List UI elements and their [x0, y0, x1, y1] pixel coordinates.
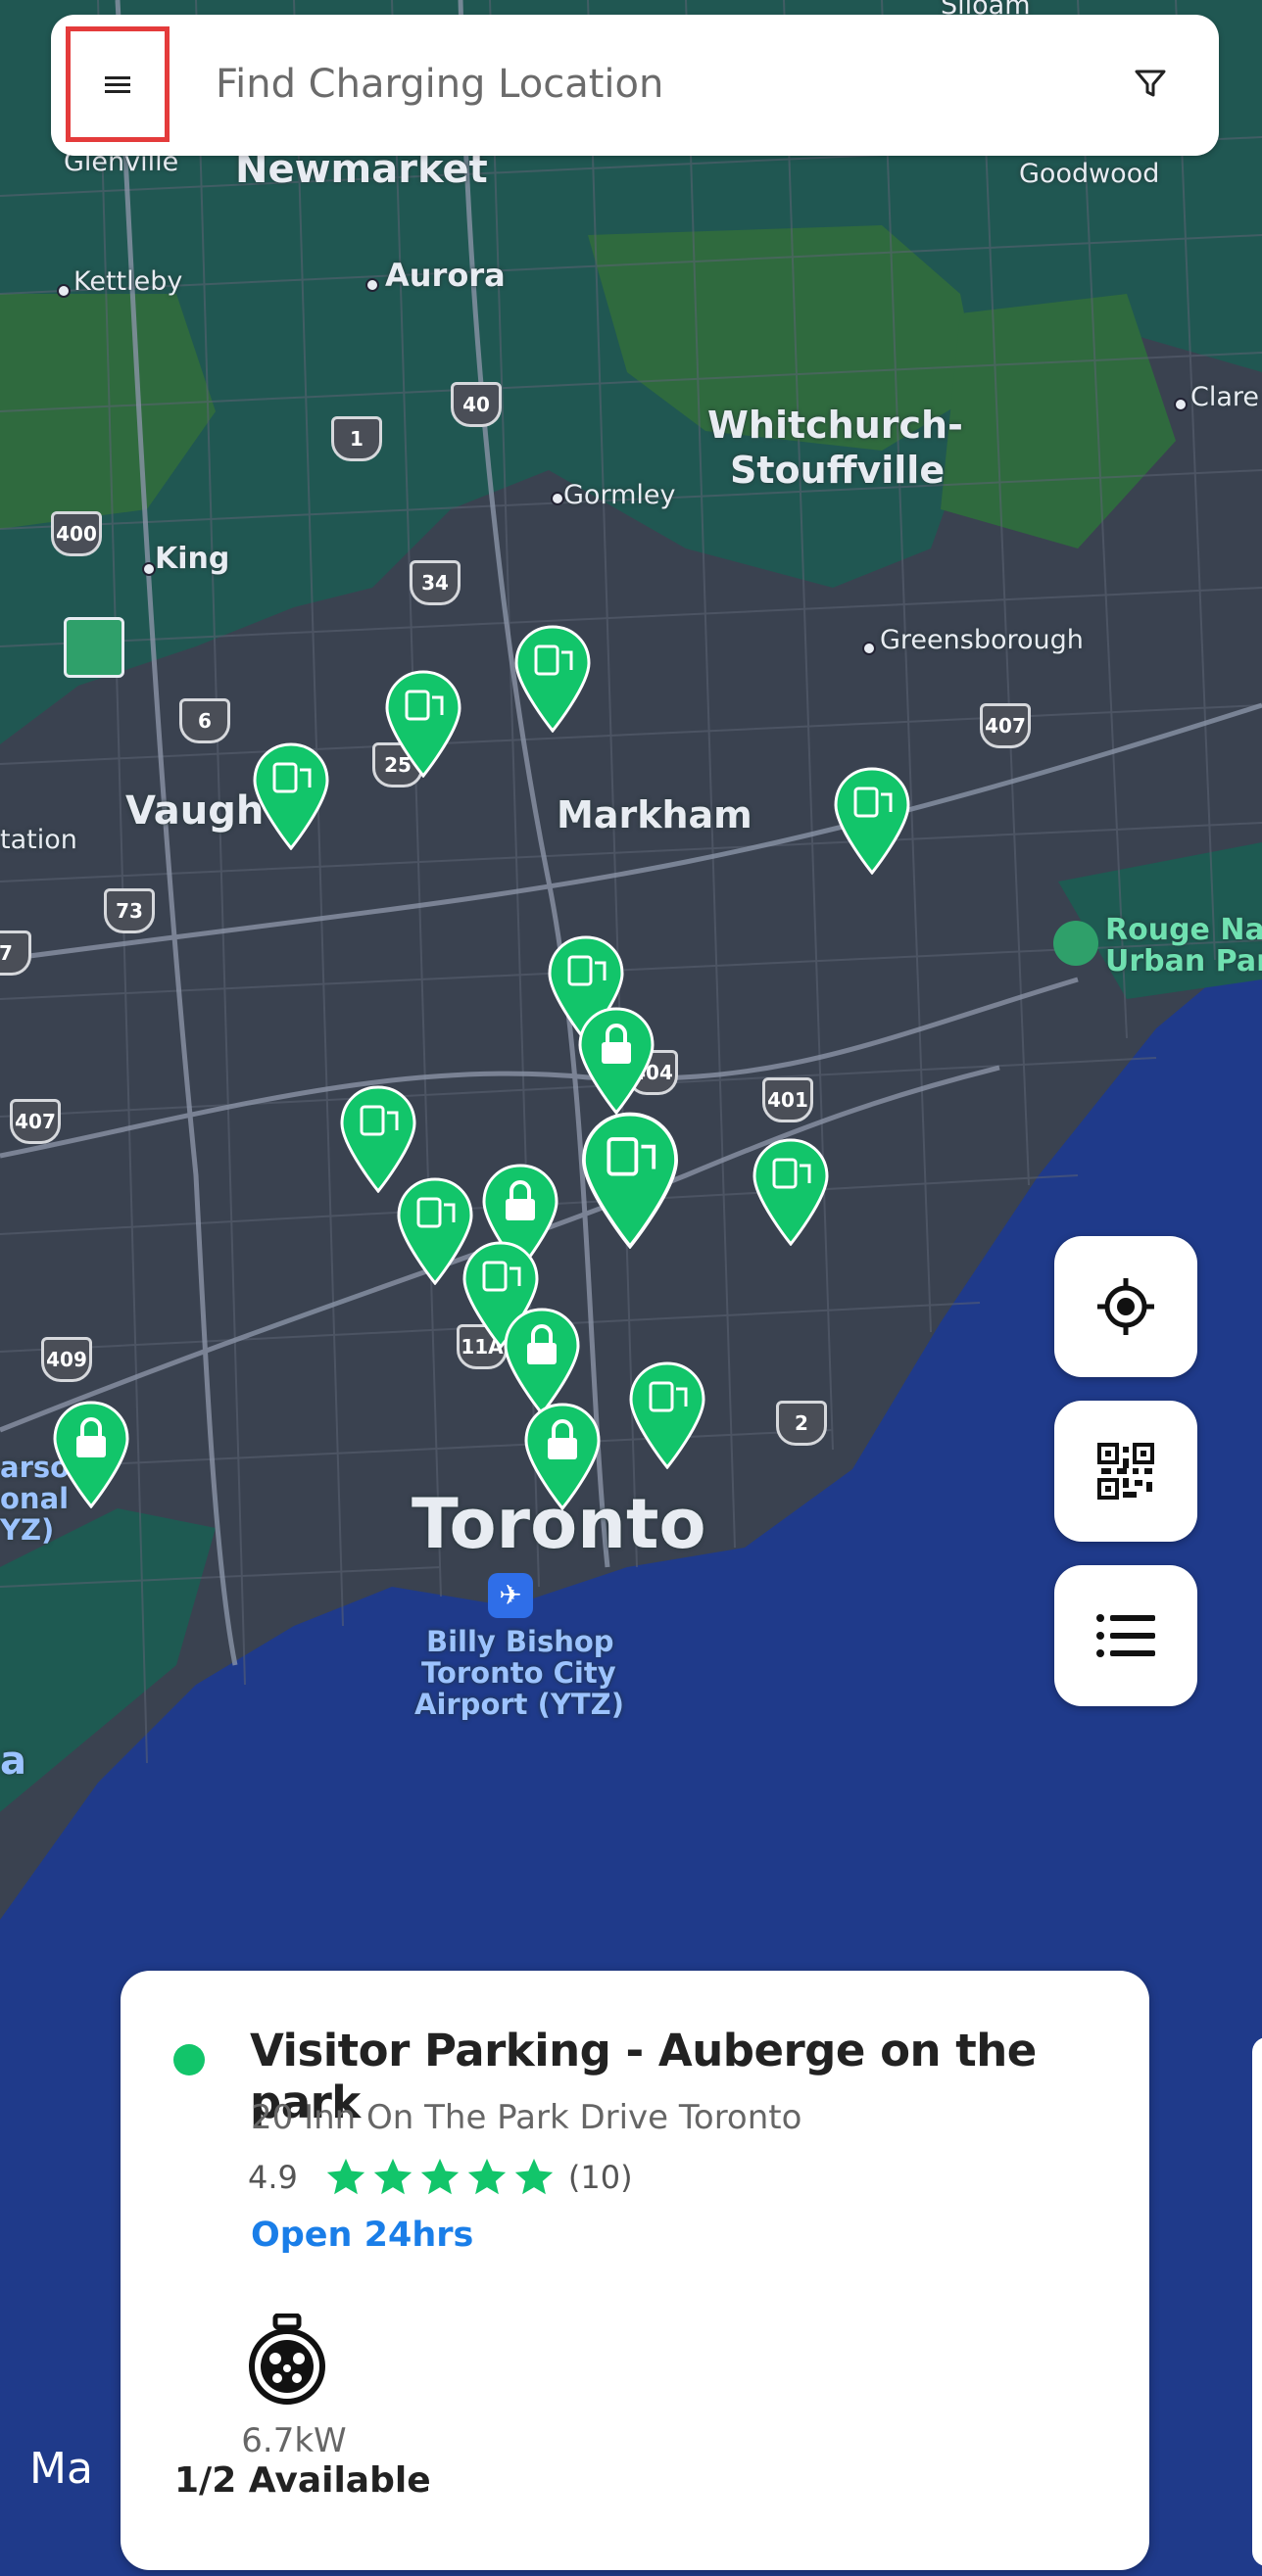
highway-shield: 6	[179, 698, 230, 743]
charger-pin[interactable]	[834, 767, 910, 875]
star-icon	[326, 2158, 365, 2195]
map-label-station: tation	[0, 825, 77, 855]
map-label-whitchurch: Whitchurch-	[707, 404, 963, 447]
list-icon	[1096, 1614, 1155, 1657]
town-dot	[57, 284, 71, 298]
town-dot	[365, 278, 379, 292]
map-label-king: King	[155, 542, 230, 576]
status-indicator	[173, 2044, 205, 2075]
qr-code-icon	[1097, 1443, 1154, 1500]
map-label-greensborough: Greensborough	[880, 625, 1084, 655]
list-view-button[interactable]	[1054, 1565, 1197, 1706]
charger-power: 6.7kW	[241, 2421, 347, 2460]
map-label-rouge-park: Rouge Nati	[1105, 913, 1262, 947]
crosshair-icon	[1097, 1278, 1154, 1335]
charger-pin[interactable]	[385, 670, 461, 778]
lock-pin[interactable]	[524, 1403, 601, 1510]
map-label-markham: Markham	[557, 793, 752, 836]
highway-shield: 401	[762, 1077, 813, 1122]
qr-scan-button[interactable]	[1054, 1401, 1197, 1542]
hamburger-menu-icon	[105, 76, 130, 93]
lock-pin[interactable]	[578, 1007, 655, 1115]
map-label-rouge-park-2: Urban Park	[1105, 944, 1262, 978]
map-label-gormley: Gormley	[563, 480, 676, 510]
map-label-aurora: Aurora	[385, 257, 506, 294]
locate-me-button[interactable]	[1054, 1236, 1197, 1377]
highway-shield: 2	[776, 1401, 827, 1446]
star-icon	[467, 2158, 507, 2195]
charger-availability: 1/2 Available	[174, 2460, 431, 2501]
charger-pin[interactable]	[514, 625, 591, 733]
search-bar: Find Charging Location	[51, 15, 1219, 156]
apple-maps-logo[interactable]: Ma	[29, 2444, 93, 2494]
opening-hours: Open 24hrs	[251, 2216, 474, 2255]
map-label-kettleby: Kettleby	[73, 266, 183, 297]
rating-stars	[323, 2155, 557, 2200]
filter-icon[interactable]	[1131, 64, 1170, 103]
map-label-airport-3: Airport (YTZ)	[414, 1688, 624, 1721]
map-label-airport-2: Toronto City	[421, 1656, 616, 1690]
map-label-pearson-3: YZ)	[0, 1513, 55, 1547]
highway-shield: 40	[451, 382, 502, 427]
highway-shield: 407	[10, 1099, 61, 1144]
map-label-clare: Clare	[1190, 382, 1260, 412]
highway-shield: 400	[51, 511, 102, 556]
lock-pin[interactable]	[504, 1308, 580, 1415]
star-icon	[420, 2158, 460, 2195]
highway-shield: 73	[104, 888, 155, 933]
next-location-card-peek[interactable]	[1252, 2037, 1262, 2566]
airport-icon: ✈	[488, 1573, 533, 1618]
map-label-goodwood: Goodwood	[1019, 159, 1160, 189]
rating-row: 4.9 (10)	[248, 2155, 633, 2200]
charger-pin[interactable]	[629, 1361, 705, 1469]
lock-pin[interactable]	[53, 1401, 129, 1508]
highway-shield: 34	[410, 560, 461, 605]
j1772-connector-icon	[249, 2314, 325, 2405]
highway-shield: 407	[980, 703, 1031, 748]
search-input[interactable]: Find Charging Location	[216, 62, 663, 107]
highway-shield: 409	[41, 1337, 92, 1382]
town-dot	[862, 642, 876, 655]
maps-logo-text: Ma	[29, 2444, 93, 2494]
rating-value: 4.9	[248, 2159, 298, 2196]
star-icon	[514, 2158, 554, 2195]
charger-pin-selected[interactable]	[581, 1112, 679, 1249]
map-label-airport-1: Billy Bishop	[426, 1625, 614, 1658]
highway-shield: 1	[331, 416, 382, 461]
map-label-vaughan: Vaugh	[125, 788, 265, 834]
park-sign-icon	[64, 617, 124, 678]
town-dot	[1174, 398, 1188, 411]
review-count: (10)	[567, 2159, 633, 2196]
location-card[interactable]: Visitor Parking - Auberge on the park 20…	[121, 1971, 1149, 2570]
town-dot	[551, 492, 564, 505]
map-label-stouffville: Stouffville	[730, 449, 946, 492]
menu-button[interactable]	[66, 26, 170, 142]
charger-pin[interactable]	[253, 742, 329, 850]
charger-pin[interactable]	[752, 1138, 829, 1246]
town-dot	[142, 562, 156, 576]
star-icon	[373, 2158, 413, 2195]
map-label-a: a	[0, 1739, 26, 1784]
location-address: 20 Inn On The Park Drive Toronto	[251, 2098, 802, 2137]
park-tree-icon	[1053, 921, 1098, 966]
